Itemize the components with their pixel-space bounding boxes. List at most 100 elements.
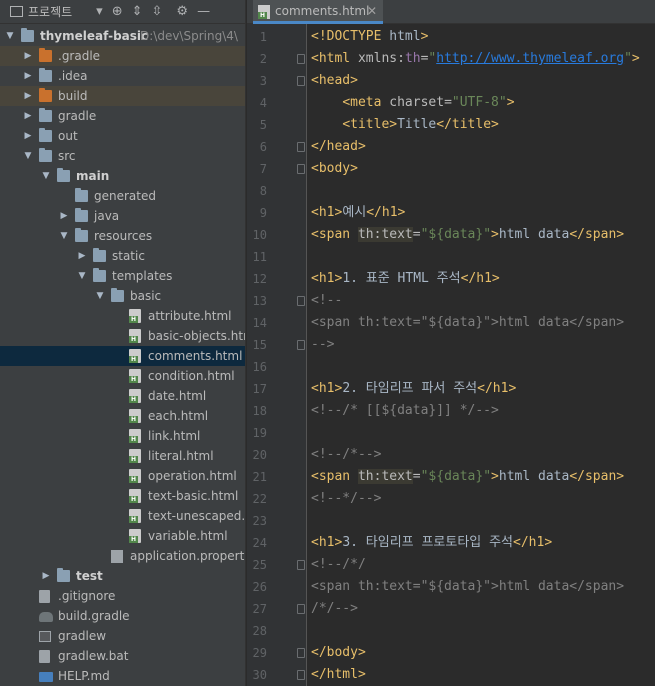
tree-item[interactable]: gradlew — [0, 626, 245, 646]
gear-icon[interactable]: ⚙ — [176, 4, 188, 19]
tree-item-label: literal.html — [148, 449, 214, 463]
line-number: 30 — [252, 668, 267, 682]
collapse-all-icon[interactable]: ⇳ — [152, 4, 163, 19]
tree-item-label: date.html — [148, 389, 207, 403]
tree-item[interactable]: ▶ .gradle — [0, 46, 245, 66]
line-number: 16 — [252, 360, 267, 374]
tree-item[interactable]: ▼ templates — [0, 266, 245, 286]
chevron-right-icon[interactable]: ▶ — [22, 46, 34, 66]
tree-item[interactable]: ▼ src — [0, 146, 245, 166]
code-token: Title — [397, 117, 437, 132]
fold-marker-icon[interactable] — [297, 340, 305, 350]
close-icon[interactable]: ✕ — [367, 0, 377, 22]
chevron-down-icon[interactable]: ▼ — [40, 166, 52, 186]
code-token: 3. 타임리프 프로토타입 주석 — [342, 535, 514, 550]
code-token: </h1> — [366, 205, 406, 220]
gradle-icon — [39, 612, 53, 622]
chevron-right-icon[interactable]: ▶ — [22, 106, 34, 126]
tree-item[interactable]: ▶ java — [0, 206, 245, 226]
tree-item[interactable]: ▼ main — [0, 166, 245, 186]
chevron-right-icon[interactable]: ▶ — [76, 246, 88, 266]
tab-comments-html[interactable]: comments.html ✕ — [253, 0, 383, 24]
chevron-right-icon[interactable]: ▶ — [40, 566, 52, 586]
tree-item[interactable]: ▶ test — [0, 566, 245, 586]
chevron-down-icon[interactable]: ▼ — [4, 26, 16, 46]
fold-marker-icon[interactable] — [297, 76, 305, 86]
chevron-down-icon[interactable]: ▼ — [76, 266, 88, 286]
tree-item[interactable]: ▶ static — [0, 246, 245, 266]
code-token: charset — [389, 95, 445, 110]
locate-icon[interactable]: ⊕ — [112, 4, 123, 19]
line-number: 23 — [252, 514, 267, 528]
chevron-down-icon[interactable]: ▼ — [22, 146, 34, 166]
folder-icon — [39, 108, 52, 122]
fold-marker-icon[interactable] — [297, 296, 305, 306]
html-file-icon — [258, 5, 270, 19]
tree-item[interactable]: text-basic.html — [0, 486, 245, 506]
markdown-file-icon — [39, 672, 53, 682]
fold-marker-icon[interactable] — [297, 142, 305, 152]
code-token: </head> — [311, 139, 366, 154]
tree-item[interactable]: condition.html — [0, 366, 245, 386]
project-view-icon[interactable] — [10, 6, 23, 17]
tree-item-label: templates — [112, 269, 173, 283]
chevron-right-icon[interactable]: ▶ — [22, 86, 34, 106]
tree-item[interactable]: HELP.md — [0, 666, 245, 686]
tree-item[interactable]: date.html — [0, 386, 245, 406]
project-panel-title[interactable]: 프로젝트 — [28, 3, 72, 20]
tree-item[interactable]: attribute.html — [0, 306, 245, 326]
tree-item[interactable]: operation.html — [0, 466, 245, 486]
code-token: <h1> — [311, 535, 343, 550]
code-line: <meta charset="UTF-8"> — [311, 92, 514, 114]
fold-marker-icon[interactable] — [297, 670, 305, 680]
code-token: <meta — [342, 95, 390, 110]
chevron-down-icon[interactable]: ▾ — [96, 4, 103, 19]
code-token: <h1> — [311, 381, 343, 396]
tree-item[interactable]: ▼ basic — [0, 286, 245, 306]
project-toolbar: 프로젝트 ▾ ⊕ ⇕ ⇳ ⚙ — — [0, 0, 245, 24]
tree-item[interactable]: each.html — [0, 406, 245, 426]
code-line: <title>Title</title> — [311, 114, 499, 136]
tree-item[interactable]: ▼ resources — [0, 226, 245, 246]
tree-item[interactable]: ▼ thymeleaf-basic D:\dev\Spring\4\ — [0, 26, 245, 46]
code-token: "UTF-8" — [451, 95, 507, 110]
fold-marker-icon[interactable] — [297, 54, 305, 64]
chevron-down-icon[interactable]: ▼ — [94, 286, 106, 306]
tree-item[interactable]: literal.html — [0, 446, 245, 466]
chevron-right-icon[interactable]: ▶ — [58, 206, 70, 226]
line-number: 14 — [252, 316, 267, 330]
tree-item[interactable]: build.gradle — [0, 606, 245, 626]
tree-item[interactable]: ▶ gradle — [0, 106, 245, 126]
tree-item[interactable]: variable.html — [0, 526, 245, 546]
tree-item[interactable]: generated — [0, 186, 245, 206]
expand-all-icon[interactable]: ⇕ — [132, 4, 143, 19]
line-number: 9 — [259, 206, 267, 220]
code-line: <span th:text="${data}">html data</span> — [311, 312, 624, 334]
tree-item[interactable]: comments.html — [0, 346, 245, 366]
tree-item[interactable]: text-unescaped.ht — [0, 506, 245, 526]
tree-item[interactable]: gradlew.bat — [0, 646, 245, 666]
tree-item[interactable]: link.html — [0, 426, 245, 446]
fold-marker-icon[interactable] — [297, 164, 305, 174]
minimize-icon[interactable]: — — [197, 4, 210, 19]
tree-item[interactable]: ▶ out — [0, 126, 245, 146]
code-token: <span th:text="${data}">html data</span> — [311, 315, 625, 330]
code-area[interactable]: <!DOCTYPE html> <html xmlns:th="http://ww… — [307, 24, 655, 686]
code-token: "${data}" — [420, 469, 492, 484]
code-line: <h1>2. 타임리프 파서 주석</h1> — [311, 378, 516, 400]
tree-item[interactable]: ▶ build — [0, 86, 245, 106]
tree-item[interactable]: ▶ .idea — [0, 66, 245, 86]
fold-marker-icon[interactable] — [297, 560, 305, 570]
chevron-right-icon[interactable]: ▶ — [22, 66, 34, 86]
tree-item[interactable]: .gitignore — [0, 586, 245, 606]
chevron-down-icon[interactable]: ▼ — [58, 226, 70, 246]
html-file-icon — [129, 429, 141, 443]
fold-marker-icon[interactable] — [297, 648, 305, 658]
code-line: <h1>1. 표준 HTML 주석</h1> — [311, 268, 500, 290]
tree-item[interactable]: application.properties — [0, 546, 245, 566]
chevron-right-icon[interactable]: ▶ — [22, 126, 34, 146]
tree-item[interactable]: basic-objects.html — [0, 326, 245, 346]
line-number: 20 — [252, 448, 267, 462]
fold-marker-icon[interactable] — [297, 604, 305, 614]
